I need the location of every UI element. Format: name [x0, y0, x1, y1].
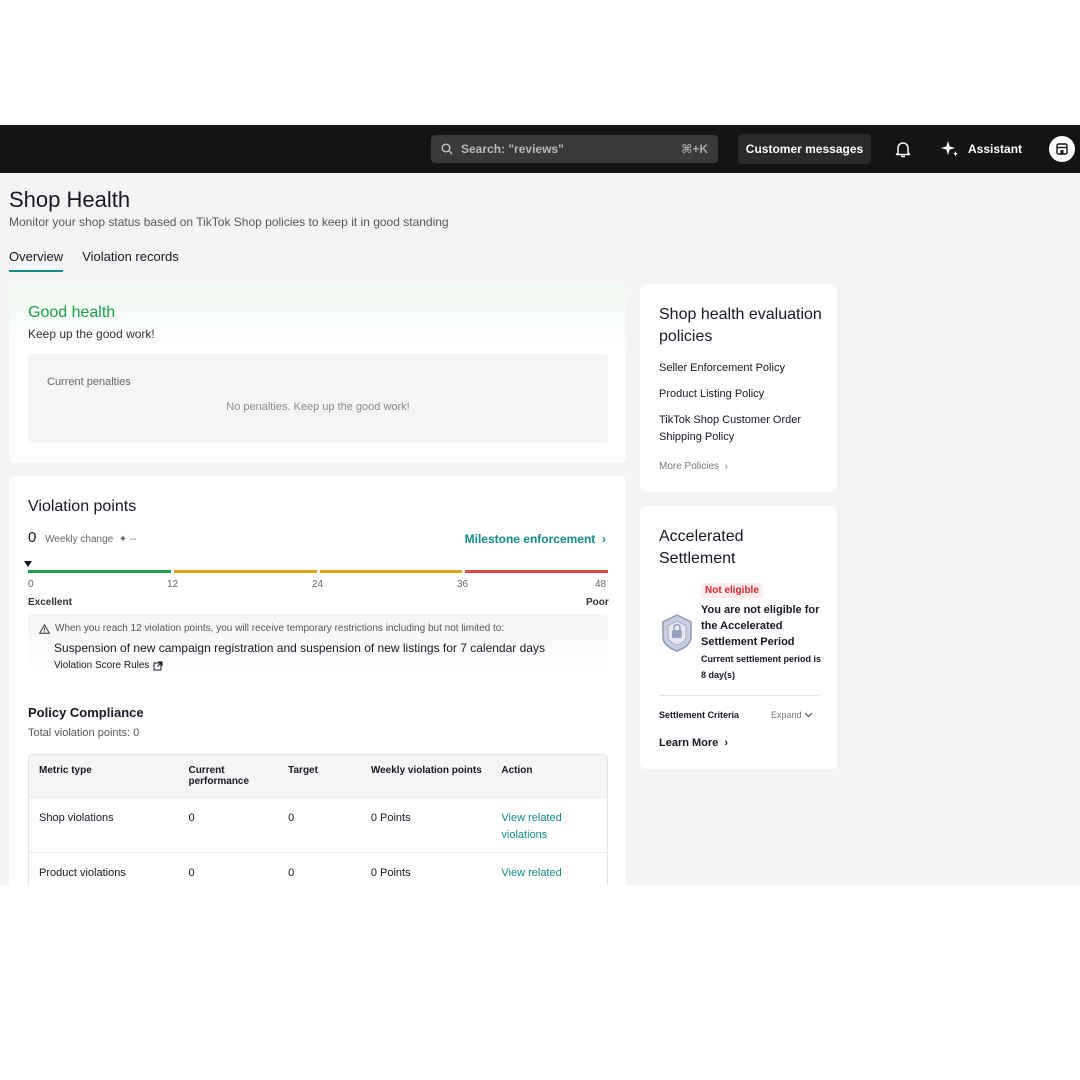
settlement-criteria-label: Settlement Criteria: [659, 710, 740, 720]
tab-overview[interactable]: Overview: [9, 249, 64, 272]
accelerated-settlement-title: Accelerated Settlement: [659, 528, 744, 567]
expand-label: Expand: [771, 710, 802, 720]
assistant-label: Assistant: [968, 142, 1023, 156]
current-performance-cell: 0: [188, 812, 195, 824]
milestone-enforcement-label: Milestone enforcement: [464, 532, 596, 546]
more-policies-link[interactable]: More Policies ›: [659, 461, 728, 472]
scale-segment-4: [465, 570, 608, 573]
current-performance-cell: 0: [188, 867, 195, 879]
level-excellent-label: Excellent: [28, 597, 72, 608]
weekly-points-cell: 0 Points: [370, 867, 411, 879]
milestone-enforcement-link[interactable]: Milestone enforcement ›: [465, 532, 606, 546]
external-link-icon: [153, 661, 163, 670]
medal-icon: [660, 613, 694, 658]
scale-segment-1: [28, 570, 171, 573]
policy-link-order-shipping[interactable]: TikTok Shop Customer Order Shipping Poli…: [659, 412, 824, 446]
table-row: Product violations 0 0 0 Points View rel…: [29, 852, 607, 885]
evaluation-policies-title: Shop health evaluation policies: [659, 306, 822, 345]
scale-tick: 48: [595, 579, 607, 590]
accelerated-settlement-card: Accelerated Settlement Not eligible You …: [640, 506, 837, 769]
metric-type-cell: Shop violations: [39, 812, 114, 824]
warning-intro: When you reach 12 violation points, you …: [39, 623, 504, 634]
column-header-target: Target: [288, 765, 318, 776]
page-subtitle: Monitor your shop status based on TikTok…: [9, 215, 449, 229]
metric-type-cell: Product violations: [39, 867, 126, 879]
scale-tick: 0: [28, 579, 34, 590]
current-penalties-box: Current penalties No penalties. Keep up …: [28, 354, 608, 443]
policy-compliance-table: Metric type Current performance Target W…: [28, 754, 608, 885]
table-header-row: Metric type Current performance Target W…: [29, 755, 607, 797]
health-status-message: Keep up the good work!: [28, 327, 155, 341]
not-eligible-message: You are not eligible for the Accelerated…: [701, 604, 820, 648]
learn-more-link[interactable]: Learn More ›: [659, 737, 728, 749]
store-avatar-icon[interactable]: [1049, 136, 1075, 162]
health-status-card: Good health Keep up the good work! Curre…: [9, 284, 626, 463]
policy-compliance-total: Total violation points: 0: [28, 727, 140, 739]
level-poor-label: Poor: [586, 597, 609, 608]
health-status-title: Good health: [28, 304, 116, 321]
scale-tick: 24: [312, 579, 324, 590]
violation-points-title: Violation points: [28, 498, 137, 515]
notification-bell-icon[interactable]: [893, 139, 913, 159]
scale-segment-3: [319, 570, 463, 573]
global-search-input[interactable]: Search: "reviews" ⌘+K: [431, 135, 718, 163]
more-policies-label: More Policies: [659, 461, 720, 472]
policy-link-product-listing[interactable]: Product Listing Policy: [659, 386, 824, 403]
chevron-right-icon: ›: [721, 737, 729, 749]
weekly-change-value: --: [129, 534, 137, 545]
shop-health-page: Search: "reviews" ⌘+K Customer messages …: [0, 125, 1080, 885]
scale-segment-2: [173, 570, 317, 573]
table-row: Shop violations 0 0 0 Points View relate…: [29, 797, 607, 852]
view-related-violations-link[interactable]: View related violations: [491, 798, 607, 852]
warning-triangle-icon: [39, 623, 50, 634]
weekly-change-arrow-icon: ✦: [115, 534, 130, 545]
warning-intro-text: When you reach 12 violation points, you …: [55, 623, 505, 634]
search-icon: [441, 143, 453, 155]
violation-score-rules-label: Violation Score Rules: [54, 660, 150, 671]
target-cell: 0: [288, 867, 295, 879]
chevron-down-icon: [804, 712, 813, 718]
column-header-current-performance: Current performance: [188, 765, 250, 787]
column-header-action: Action: [501, 765, 533, 776]
current-settlement-period: Current settlement period is 8 day(s): [701, 654, 822, 680]
evaluation-policies-card: Shop health evaluation policies Seller E…: [640, 284, 837, 492]
column-header-metric-type: Metric type: [39, 765, 92, 776]
no-penalties-message: No penalties. Keep up the good work!: [226, 401, 410, 413]
violation-points-value: 0: [28, 529, 37, 546]
violation-scale-bar: [28, 570, 608, 573]
learn-more-label: Learn More: [659, 737, 719, 749]
chevron-right-icon: ›: [721, 461, 728, 472]
top-navigation-bar: Search: "reviews" ⌘+K Customer messages …: [0, 125, 1080, 173]
view-related-violations-link[interactable]: View related violations: [491, 853, 607, 885]
page-tabs: Overview Violation records: [9, 249, 179, 272]
policy-link-seller-enforcement[interactable]: Seller Enforcement Policy: [659, 360, 824, 377]
customer-messages-button[interactable]: Customer messages: [738, 134, 871, 164]
weekly-change-label: Weekly change: [45, 534, 114, 545]
scale-tick: 12: [167, 579, 179, 590]
column-header-weekly-points: Weekly violation points: [370, 765, 482, 776]
divider: [659, 695, 819, 696]
search-shortcut-hint: ⌘+K: [681, 142, 708, 156]
restriction-warning-box: When you reach 12 violation points, you …: [28, 614, 608, 680]
warning-detail: Suspension of new campaign registration …: [54, 641, 545, 655]
chevron-right-icon: ›: [598, 532, 606, 546]
sparkle-icon: [941, 141, 958, 157]
weekly-points-cell: 0 Points: [370, 812, 411, 824]
not-eligible-badge: Not eligible: [701, 583, 763, 598]
weekly-change: Weekly change ✦ --: [45, 534, 137, 545]
tab-violation-records[interactable]: Violation records: [82, 249, 179, 272]
policy-compliance-title: Policy Compliance: [28, 705, 144, 720]
page-title: Shop Health: [9, 187, 131, 212]
target-cell: 0: [288, 812, 295, 824]
current-position-marker: [24, 561, 32, 567]
violation-score-rules-link[interactable]: Violation Score Rules: [54, 660, 163, 671]
current-penalties-label: Current penalties: [47, 376, 131, 388]
violation-points-card: Violation points 0 Weekly change ✦ -- Mi…: [9, 476, 626, 885]
expand-criteria-button[interactable]: Expand: [771, 710, 813, 720]
scale-tick: 36: [457, 579, 469, 590]
assistant-button[interactable]: Assistant: [940, 137, 1022, 161]
search-placeholder: Search: "reviews": [461, 142, 564, 156]
